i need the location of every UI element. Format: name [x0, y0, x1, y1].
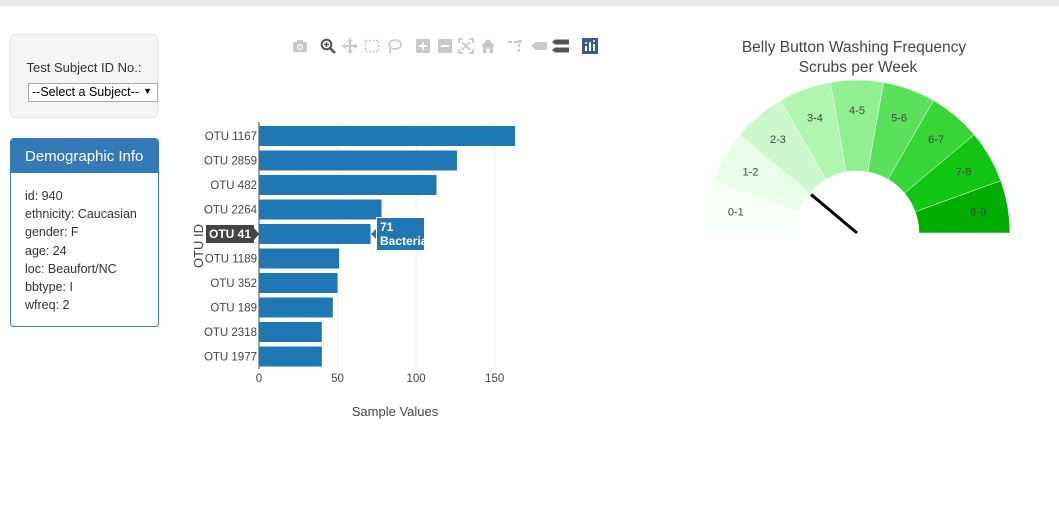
gauge-label-2-3: 2-3 [770, 134, 786, 146]
gauge-needle [810, 193, 858, 235]
gauge-label-1-2: 1-2 [743, 167, 759, 179]
gauge-label-8-9: 8-9 [970, 207, 986, 219]
gauge-label-5-6: 5-6 [891, 112, 907, 124]
gauge-segments [703, 79, 1011, 234]
gauge-subtitle: Scrubs per Week [799, 59, 918, 76]
gauge-label-6-7: 6-7 [928, 134, 944, 146]
gauge-label-4-5: 4-5 [849, 105, 865, 117]
gauge-title: Belly Button Washing Frequency [742, 39, 967, 56]
gauge-needle-group [810, 193, 858, 235]
gauge-label-0-1: 0-1 [728, 207, 744, 219]
gauge-label-7-8: 7-8 [956, 167, 972, 179]
gauge-label-3-4: 3-4 [807, 112, 823, 124]
gauge-chart: Belly Button Washing Frequency Scrubs pe… [703, 39, 1011, 235]
